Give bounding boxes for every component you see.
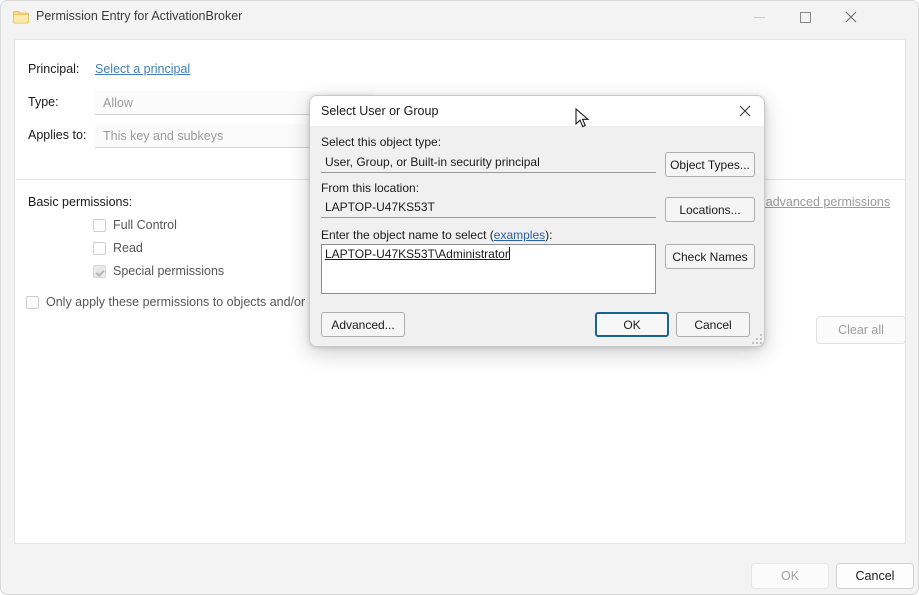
checkbox-box <box>93 241 106 255</box>
examples-link[interactable]: examples <box>494 228 545 242</box>
locations-button[interactable]: Locations... <box>665 197 755 222</box>
checkbox-full-control[interactable]: Full Control <box>93 218 177 232</box>
checkbox-label: Special permissions <box>113 264 225 278</box>
object-types-button[interactable]: Object Types... <box>665 152 755 177</box>
dialog-ok-button[interactable]: OK <box>595 312 669 337</box>
minimize-button[interactable] <box>736 1 782 33</box>
dialog-cancel-button[interactable]: Cancel <box>676 312 750 337</box>
ok-button[interactable]: OK <box>751 563 829 589</box>
select-a-principal-link[interactable]: Select a principal <box>95 62 190 76</box>
close-icon <box>845 11 857 23</box>
dialog-body: Select this object type: User, Group, or… <box>310 126 764 346</box>
checkbox-box <box>26 295 39 309</box>
from-this-location-label: From this location: <box>321 181 420 195</box>
enter-object-name-label: Enter the object name to select (example… <box>321 228 552 242</box>
select-user-or-group-dialog: Select User or Group Select this object … <box>309 95 765 347</box>
dialog-title: Select User or Group <box>321 104 439 118</box>
window-titlebar: Permission Entry for ActivationBroker <box>1 1 918 33</box>
maximize-icon <box>799 11 811 23</box>
object-name-value: LAPTOP-U47KS53T\Administrator <box>325 247 509 261</box>
basic-permissions-label: Basic permissions: <box>28 195 133 209</box>
window-title: Permission Entry for ActivationBroker <box>36 9 243 23</box>
object-type-input[interactable]: User, Group, or Built-in security princi… <box>321 152 656 173</box>
object-name-textarea[interactable]: LAPTOP-U47KS53T\Administrator <box>321 244 656 294</box>
checkbox-read[interactable]: Read <box>93 241 143 255</box>
close-icon <box>739 105 751 117</box>
advanced-button[interactable]: Advanced... <box>321 312 405 337</box>
type-label: Type: <box>28 95 59 109</box>
folder-icon <box>13 10 29 24</box>
clear-all-button[interactable]: Clear all <box>816 316 906 344</box>
principal-label: Principal: <box>28 62 80 76</box>
applies-to-label: Applies to: <box>28 128 87 142</box>
object-type-label: Select this object type: <box>321 135 442 149</box>
checkbox-label: Read <box>113 241 143 255</box>
enter-object-name-suffix: ): <box>545 228 553 242</box>
checkbox-box <box>93 264 106 278</box>
permission-entry-window: Permission Entry for ActivationBroker Pr… <box>0 0 919 595</box>
enter-object-name-prefix: Enter the object name to select ( <box>321 228 494 242</box>
location-input[interactable]: LAPTOP-U47KS53T <box>321 197 656 218</box>
minimize-icon <box>753 16 765 18</box>
close-button[interactable] <box>828 1 874 33</box>
dialog-titlebar: Select User or Group <box>310 96 764 126</box>
cancel-button[interactable]: Cancel <box>836 563 914 589</box>
dialog-close-button[interactable] <box>724 96 764 126</box>
checkbox-special-permissions[interactable]: Special permissions <box>93 264 224 278</box>
maximize-button[interactable] <box>782 1 828 33</box>
resize-grip[interactable] <box>752 334 763 345</box>
checkbox-box <box>93 218 106 232</box>
checkbox-label: Full Control <box>113 218 177 232</box>
text-caret <box>508 247 510 260</box>
check-names-button[interactable]: Check Names <box>665 244 755 269</box>
